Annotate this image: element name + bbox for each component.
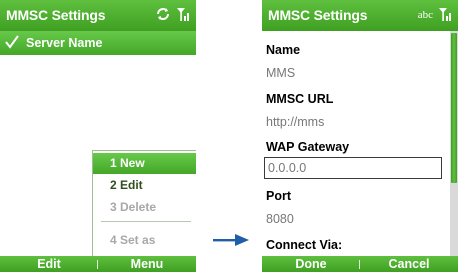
- mmsc-url-label: MMSC URL: [266, 92, 334, 106]
- menu-item-set-as-default[interactable]: 4 Set as Default: [93, 230, 196, 268]
- right-phone-screen: MMSC Settings abc Name MMS MMSC URL http…: [262, 0, 458, 272]
- signal-icon: [177, 8, 189, 21]
- status-icons: [155, 6, 190, 22]
- sync-icon: [157, 8, 169, 20]
- mmsc-url-field[interactable]: http://mms: [266, 115, 324, 129]
- scrollbar-thumb[interactable]: [451, 33, 457, 183]
- status-icons: abc: [418, 6, 452, 22]
- title-bar: MMSC Settings abc: [262, 0, 458, 31]
- arrow-right-icon: [213, 234, 249, 246]
- list-item[interactable]: Server Name: [0, 31, 196, 55]
- wap-gateway-input[interactable]: 0.0.0.0: [264, 157, 442, 179]
- signal-icon: [439, 8, 451, 21]
- check-icon: [5, 35, 19, 49]
- wap-gateway-label: WAP Gateway: [266, 140, 350, 154]
- menu-item-edit[interactable]: 2 Edit: [93, 175, 196, 196]
- context-menu: 1 New 2 Edit 3 Delete 4 Set as Default: [92, 150, 196, 268]
- done-softkey[interactable]: Done: [262, 257, 360, 271]
- screen-title: MMSC Settings: [268, 7, 368, 23]
- menu-softkey[interactable]: Menu: [98, 257, 196, 271]
- port-label: Port: [266, 189, 291, 203]
- menu-divider: [101, 221, 191, 222]
- softkey-bar: Edit Menu: [0, 256, 196, 272]
- settings-form: Name MMS MMSC URL http://mms WAP Gateway…: [262, 31, 450, 256]
- list-item-label: Server Name: [26, 36, 103, 50]
- title-bar: MMSC Settings: [0, 0, 196, 31]
- scrollbar[interactable]: [450, 31, 458, 256]
- name-label: Name: [266, 43, 301, 57]
- menu-item-delete[interactable]: 3 Delete: [93, 197, 196, 218]
- screen-title: MMSC Settings: [6, 7, 106, 23]
- menu-item-new[interactable]: 1 New: [93, 153, 196, 174]
- softkey-bar: Done Cancel: [262, 256, 458, 272]
- port-field[interactable]: 8080: [266, 212, 294, 226]
- connect-via-label: Connect Via:: [266, 238, 343, 252]
- cancel-softkey[interactable]: Cancel: [360, 257, 458, 271]
- name-field[interactable]: MMS: [266, 66, 295, 80]
- input-mode-indicator: abc: [417, 9, 433, 21]
- left-phone-screen: MMSC Settings Server Name 1 New 2 Edit 3…: [0, 0, 196, 272]
- edit-softkey[interactable]: Edit: [0, 257, 98, 271]
